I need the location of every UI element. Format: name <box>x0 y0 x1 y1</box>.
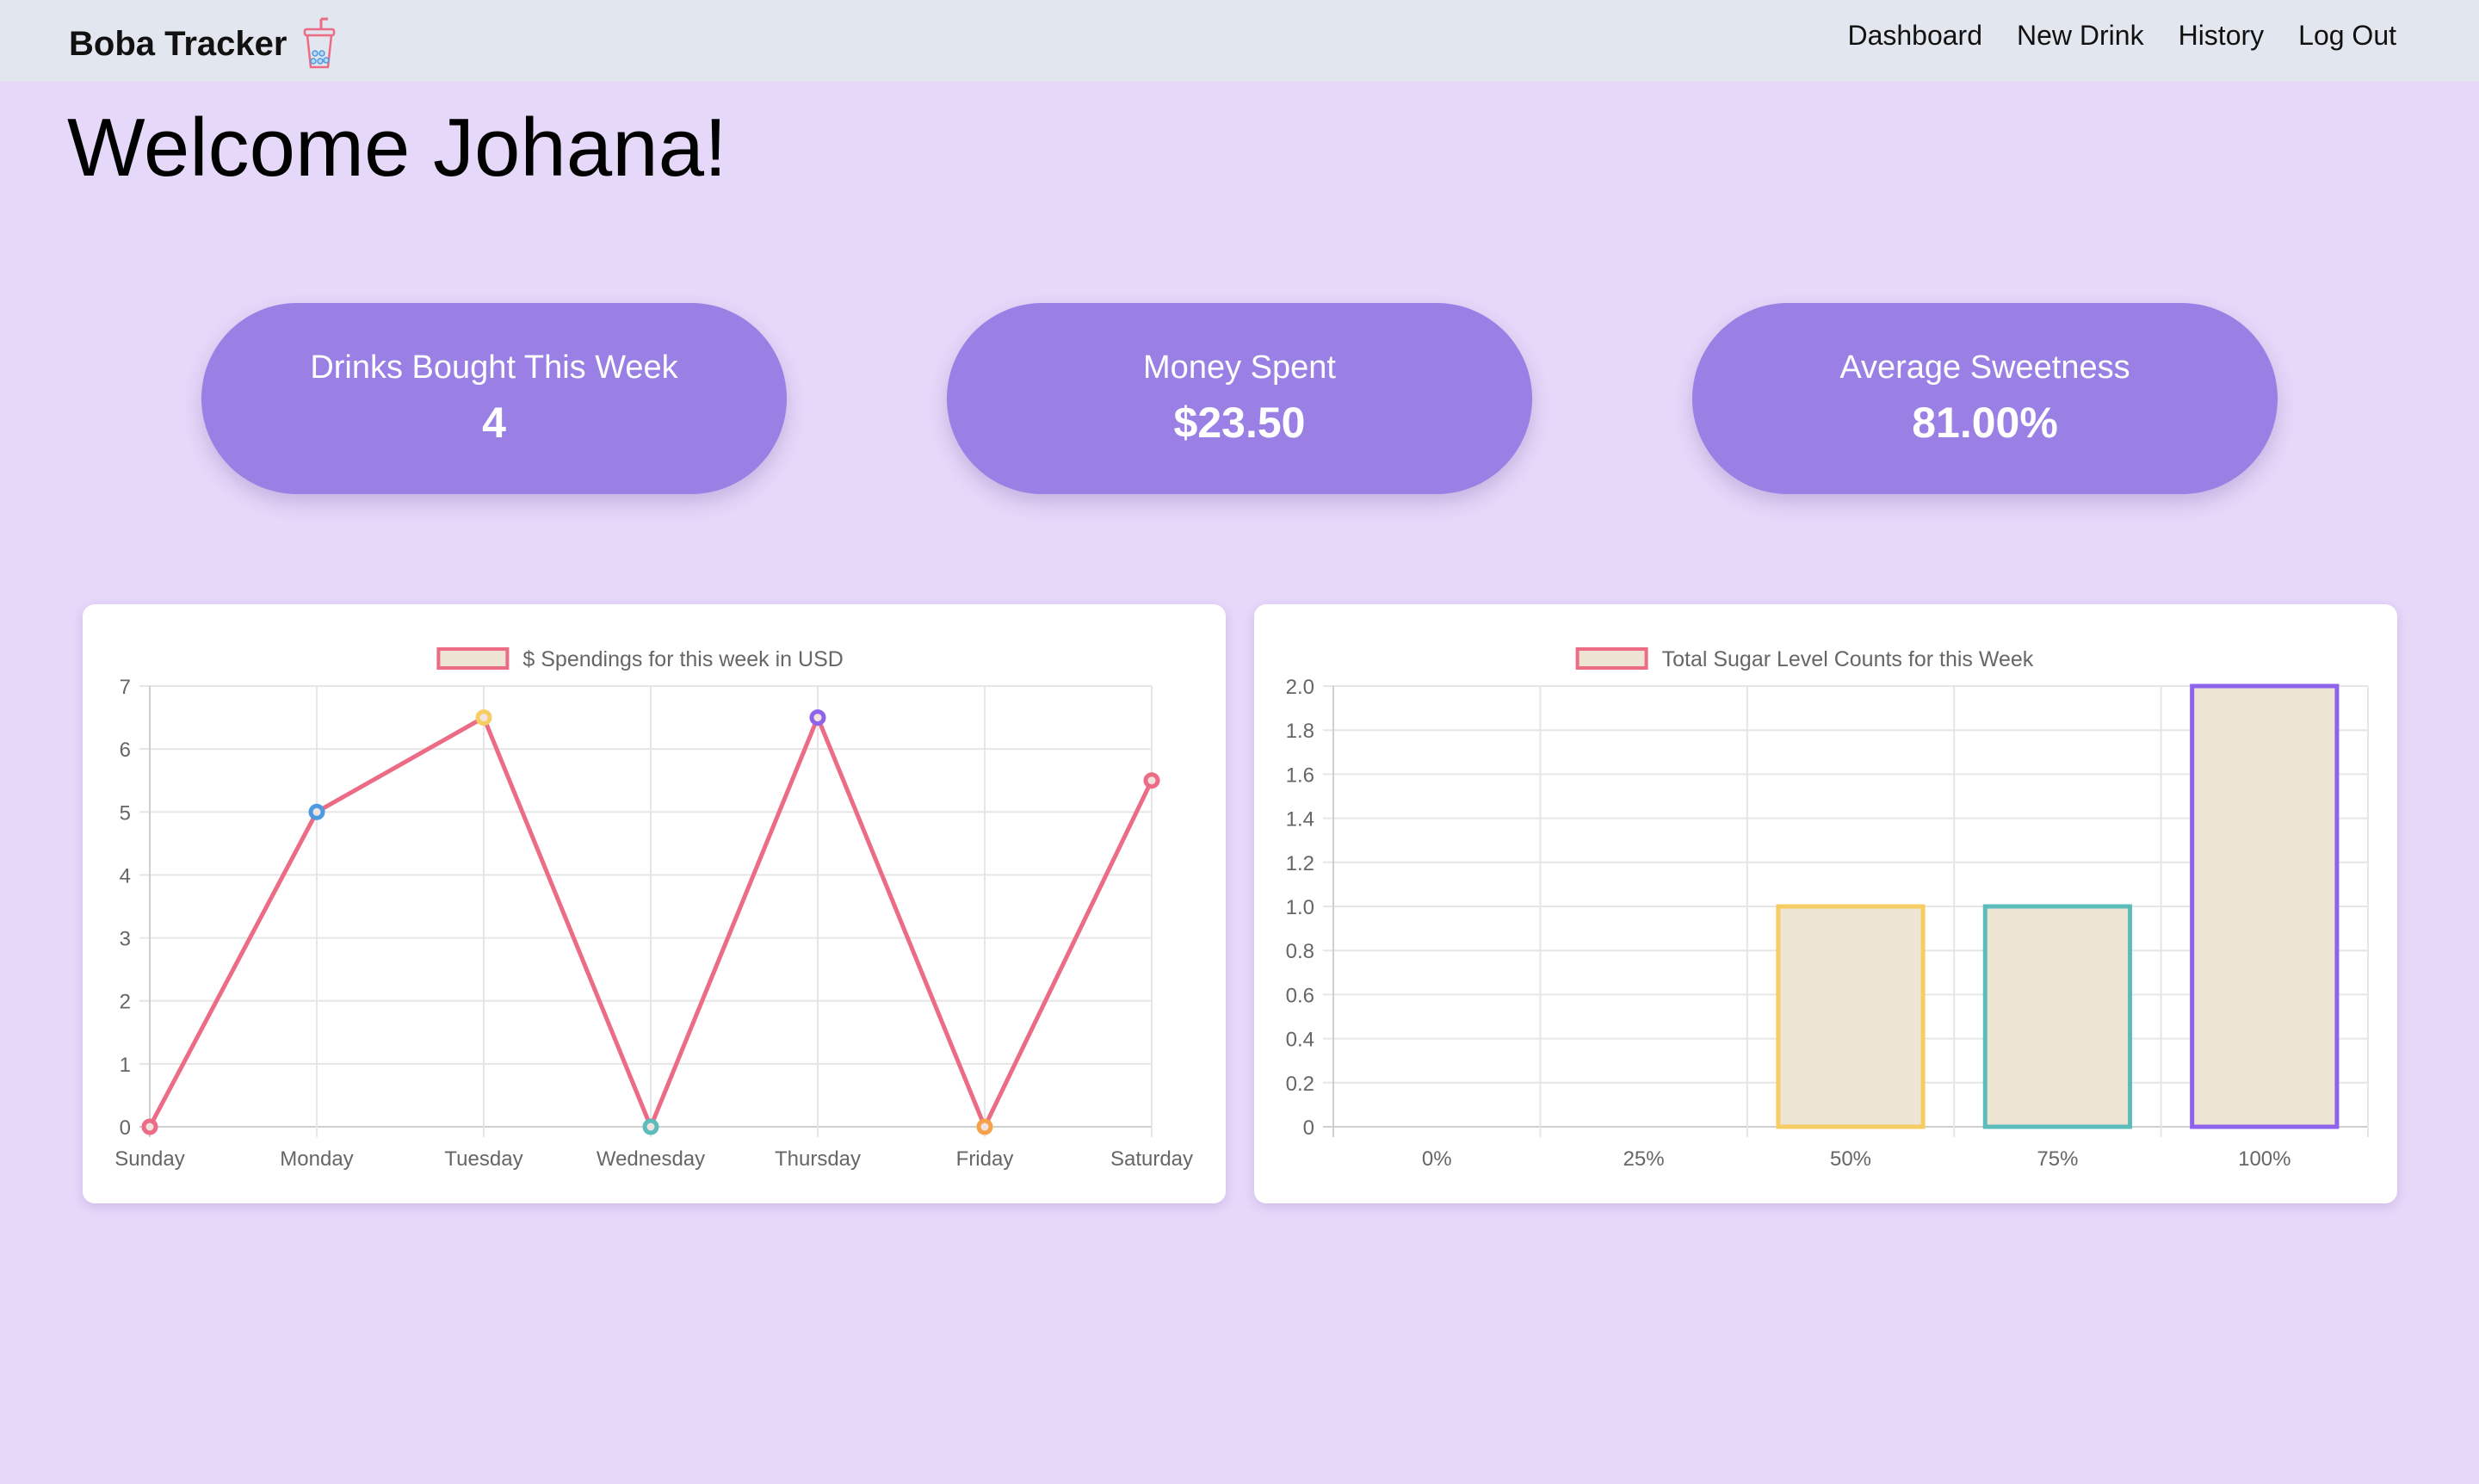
stat-card-sweetness: Average Sweetness 81.00% <box>1692 303 2278 494</box>
x-tick-label: Tuesday <box>444 1147 522 1171</box>
brand[interactable]: Boba Tracker <box>69 17 337 71</box>
y-tick-label: 1.0 <box>1286 896 1314 919</box>
bar <box>1982 904 2133 1129</box>
x-tick-label: Wednesday <box>597 1147 705 1171</box>
data-point <box>976 1118 993 1135</box>
y-tick-label: 1.6 <box>1286 764 1314 787</box>
legend-swatch <box>1575 647 1648 670</box>
y-tick-label: 1 <box>120 1054 131 1077</box>
stat-card-money: Money Spent $23.50 <box>947 303 1532 494</box>
x-tick-label: Saturday <box>1110 1147 1193 1171</box>
spending-chart-card: 0 1 2 3 4 5 6 7 Sunday Monday Tuesday Wednesday Thur… <box>83 604 1226 1203</box>
data-point <box>475 709 492 727</box>
brand-name: Boba Tracker <box>69 24 287 63</box>
data-point <box>1143 772 1160 789</box>
y-tick-label: 7 <box>120 676 131 699</box>
nav-links: Dashboard New Drink History Log Out <box>1847 15 2396 55</box>
stat-label: Average Sweetness <box>1839 349 2130 386</box>
stat-label: Money Spent <box>1143 349 1336 386</box>
nav-link-log-out[interactable]: Log Out <box>2298 15 2396 55</box>
stat-value: 4 <box>482 399 506 447</box>
stat-value: $23.50 <box>1173 399 1306 447</box>
welcome-heading: Welcome Johana! <box>67 102 727 194</box>
stat-value: 81.00% <box>1912 399 2058 447</box>
x-tick-label: Thursday <box>775 1147 861 1171</box>
y-tick-label: 3 <box>120 928 131 951</box>
y-tick-label: 1.8 <box>1286 720 1314 743</box>
bar <box>1776 904 1926 1129</box>
spending-line-chart: 0 1 2 3 4 5 6 7 Sunday Monday Tuesday Wednesday Thur… <box>114 647 1193 1171</box>
y-tick-label: 2.0 <box>1286 676 1314 699</box>
x-tick-label: 75% <box>2037 1147 2078 1171</box>
data-point <box>642 1118 659 1135</box>
y-tick-label: 0 <box>120 1116 131 1140</box>
x-tick-label: Sunday <box>114 1147 184 1171</box>
nav-link-history[interactable]: History <box>2179 15 2265 55</box>
stat-label: Drinks Bought This Week <box>310 349 678 386</box>
y-tick-label: 0.8 <box>1286 940 1314 963</box>
x-tick-label: Monday <box>280 1147 353 1171</box>
y-tick-label: 1.4 <box>1286 808 1314 832</box>
legend-swatch <box>436 647 510 670</box>
legend-label: $ Spendings for this week in USD <box>522 647 843 671</box>
x-tick-label: 50% <box>1830 1147 1871 1171</box>
x-tick-label: 100% <box>2238 1147 2290 1171</box>
data-point <box>141 1118 158 1135</box>
y-tick-label: 6 <box>120 739 131 762</box>
boba-cup-icon <box>304 17 336 69</box>
stat-card-drinks: Drinks Bought This Week 4 <box>201 303 787 494</box>
data-point <box>809 709 826 727</box>
navbar: Boba Tracker Dashboard New Drink History… <box>0 0 2479 82</box>
y-tick-label: 4 <box>120 864 131 887</box>
y-tick-label: 0.2 <box>1286 1073 1314 1096</box>
y-tick-label: 5 <box>120 801 131 825</box>
legend-label: Total Sugar Level Counts for this Week <box>1662 647 2034 671</box>
y-tick-label: 2 <box>120 991 131 1014</box>
y-tick-label: 1.2 <box>1286 852 1314 875</box>
sugar-chart-card: 0 0.2 0.4 0.6 0.8 1.0 1.2 1.4 1.6 1.8 2.0 0% 25% 50% 7… <box>1254 604 2397 1203</box>
data-point <box>308 803 325 820</box>
y-tick-label: 0.6 <box>1286 984 1314 1007</box>
x-tick-label: 0% <box>1422 1147 1452 1171</box>
x-tick-label: Friday <box>956 1147 1014 1171</box>
nav-link-new-drink[interactable]: New Drink <box>2017 15 2144 55</box>
sugar-bar-chart: 0 0.2 0.4 0.6 0.8 1.0 1.2 1.4 1.6 1.8 2.0 0% 25% 50% 7… <box>1286 647 2369 1171</box>
y-tick-label: 0.4 <box>1286 1029 1314 1052</box>
nav-link-dashboard[interactable]: Dashboard <box>1847 15 1982 55</box>
x-tick-label: 25% <box>1623 1147 1665 1171</box>
y-tick-label: 0 <box>1303 1116 1314 1140</box>
bar <box>2190 683 2340 1129</box>
